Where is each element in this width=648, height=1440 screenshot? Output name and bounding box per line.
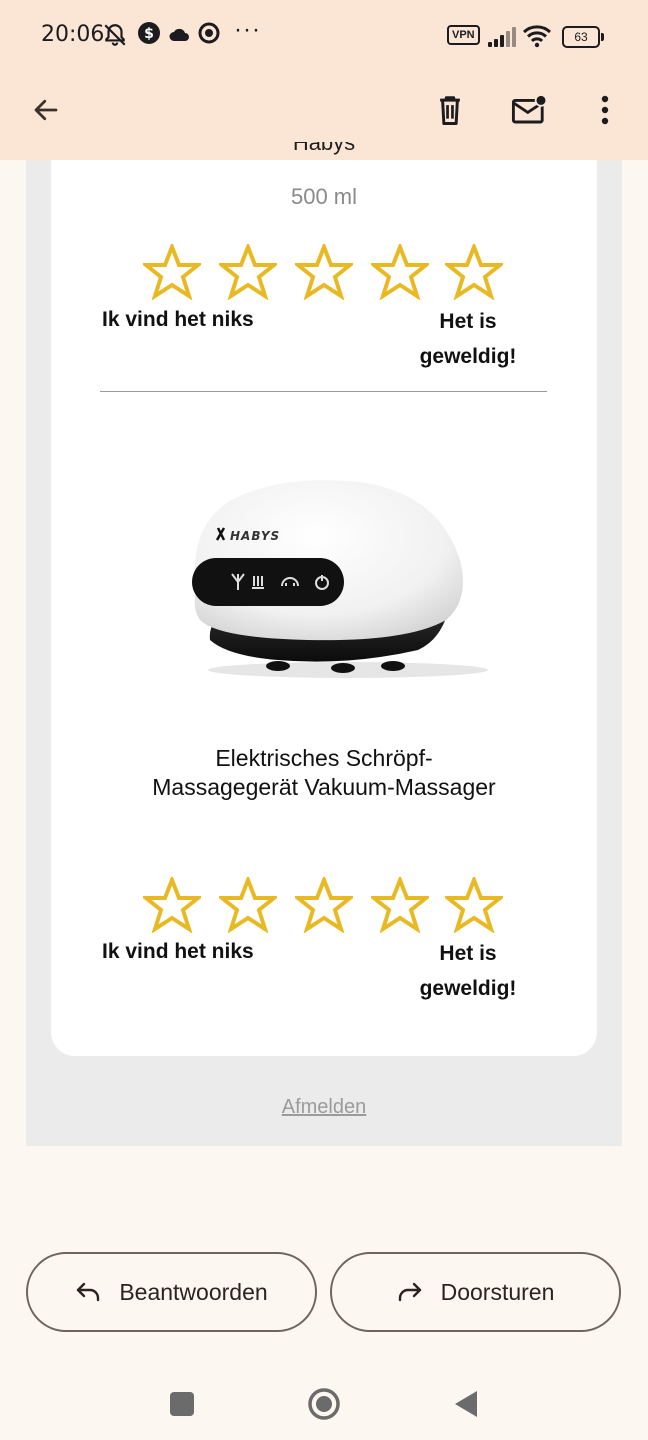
star-icon[interactable] [295, 244, 353, 300]
svg-text:$: $ [144, 26, 154, 42]
triangle-back-icon [455, 1391, 477, 1417]
status-time: 20:06 [41, 22, 105, 47]
vpn-badge: VPN [447, 25, 480, 45]
wifi-icon [522, 24, 552, 53]
product2-rating-low-label: Ik vind het niks [102, 940, 254, 963]
star-icon[interactable] [295, 877, 353, 933]
battery-indicator: 63 [562, 26, 604, 48]
delete-button[interactable] [422, 82, 478, 138]
dollar-app-icon: $ [138, 22, 160, 50]
app-circle-icon [198, 22, 220, 50]
mail-unread-icon [511, 94, 547, 124]
star-icon[interactable] [143, 244, 201, 300]
star-icon[interactable] [219, 877, 277, 933]
square-icon [170, 1392, 194, 1416]
reply-button[interactable]: Beantwoorden [26, 1252, 317, 1332]
product1-title: Habys [292, 142, 356, 155]
home-button[interactable] [300, 1380, 348, 1428]
star-icon[interactable] [219, 244, 277, 300]
star-icon[interactable] [371, 877, 429, 933]
product2-title: Elektrisches Schröpf-Massagegerät Vakuum… [152, 745, 496, 800]
product1-star-rating [143, 244, 507, 300]
forward-icon [398, 1282, 421, 1302]
more-notifications-icon: ··· [234, 16, 261, 43]
back-button[interactable] [18, 82, 74, 138]
star-icon[interactable] [371, 244, 429, 300]
star-icon[interactable] [445, 244, 503, 300]
product1-rating-high-label: Het is geweldig! [419, 310, 517, 368]
product2-star-rating [143, 877, 507, 933]
trash-icon [440, 96, 460, 126]
bell-off-icon [102, 22, 128, 54]
signal-icon [488, 27, 518, 47]
star-icon[interactable] [445, 877, 503, 933]
svg-text:HABYS: HABYS [230, 529, 280, 543]
system-nav-bar [0, 1360, 648, 1440]
reply-label: Beantwoorden [119, 1278, 268, 1305]
unsubscribe-link[interactable]: Afmelden [0, 1096, 648, 1119]
product2-image[interactable]: HABYS [188, 470, 498, 680]
recents-button[interactable] [158, 1380, 206, 1428]
forward-label: Doorsturen [440, 1278, 555, 1305]
product2-rating-high-label: Het is geweldig! [419, 942, 517, 1000]
reply-icon [77, 1282, 100, 1302]
star-icon[interactable] [143, 877, 201, 933]
system-back-button[interactable] [442, 1380, 490, 1428]
more-options-button[interactable] [577, 82, 633, 138]
mark-unread-button[interactable] [501, 82, 557, 138]
product1-rating-low-label: Ik vind het niks [102, 308, 254, 331]
status-bar: 20:06 $ ··· VPN 63 [0, 0, 648, 72]
forward-button[interactable]: Doorsturen [330, 1252, 621, 1332]
product1-volume: 500 ml [290, 184, 358, 209]
cloud-icon [168, 22, 190, 48]
product-divider [100, 391, 547, 392]
more-vert-icon [601, 95, 609, 125]
arrow-left-icon [34, 99, 58, 121]
home-circle-icon [308, 1388, 340, 1420]
